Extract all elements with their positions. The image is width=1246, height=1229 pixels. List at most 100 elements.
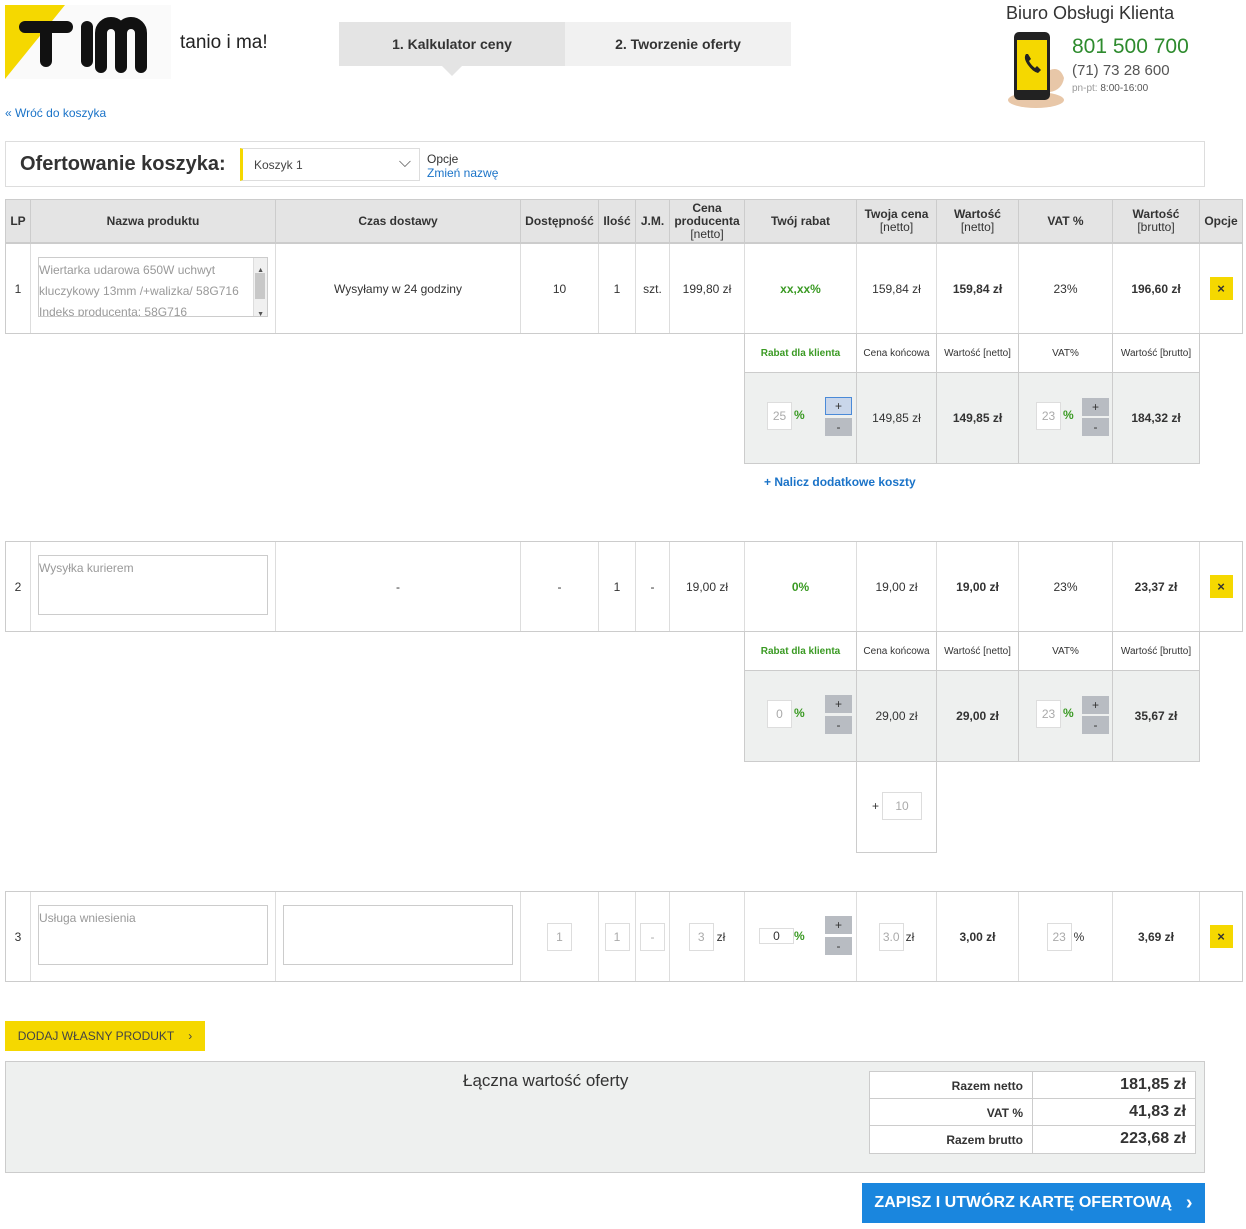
col-value-net: Wartość [netto] <box>937 200 1019 242</box>
col-delivery: Czas dostawy <box>276 200 521 242</box>
percent-sign: % <box>794 929 805 943</box>
row-value-net: 3,00 zł <box>937 892 1019 981</box>
step-create-offer[interactable]: 2. Tworzenie oferty <box>565 22 791 66</box>
col-producer-price-line3: [netto] <box>690 226 724 241</box>
summary-label: VAT % <box>870 1099 1033 1126</box>
extra-cost-input[interactable]: 10 <box>882 792 922 820</box>
product-name-textarea[interactable]: Wysyłka kurierem <box>38 555 268 615</box>
step-price-calculator[interactable]: 1. Kalkulator ceny <box>339 22 565 66</box>
extra-cost-sign: + <box>872 799 880 813</box>
vat-plus-button[interactable]: + <box>1082 398 1109 416</box>
vat-input[interactable]: 23 <box>1036 402 1061 430</box>
qty-input[interactable]: 1 <box>604 922 630 951</box>
col-lp: LP <box>6 200 31 242</box>
row-discount: xx,xx% <box>745 244 857 333</box>
delete-row-button[interactable]: × <box>1209 925 1233 948</box>
sub-value-net: 29,00 zł <box>937 671 1019 761</box>
row-options: × <box>1200 542 1242 631</box>
summary-title: Łączna wartość oferty <box>463 1071 629 1090</box>
scroll-up-icon[interactable]: ▲ <box>257 260 264 281</box>
vat-input[interactable]: 23 <box>1036 700 1061 728</box>
col-value-gross: Wartość [brutto] <box>1113 200 1200 242</box>
row-your-price: 3.0 zł <box>857 892 937 981</box>
rename-link[interactable]: Zmień nazwę <box>427 166 498 180</box>
table-row: 2 Wysyłka kurierem - - 1 - 19,00 zł 0% 1… <box>5 541 1243 632</box>
vat-minus-button[interactable]: - <box>1082 418 1109 436</box>
discount-plus-button[interactable]: + <box>825 695 852 713</box>
client-discount-input[interactable]: 0 <box>767 700 792 728</box>
availability-input[interactable]: 1 <box>547 922 572 951</box>
row-vat: 23% <box>1019 542 1113 631</box>
vat-minus-button[interactable]: - <box>1082 716 1109 734</box>
sub-value-net: 149,85 zł <box>937 373 1019 463</box>
delete-row-button[interactable]: × <box>1209 575 1233 598</box>
col-producer-price: Cena producenta [netto] <box>670 200 745 242</box>
client-discount-input[interactable]: 25 <box>767 402 792 430</box>
sub-discount-cell: 25 % + - <box>745 373 857 463</box>
discount-plus-button[interactable]: + <box>825 397 852 415</box>
basket-select[interactable]: Koszyk 1 ⌵ <box>240 148 420 181</box>
add-extra-costs-link[interactable]: + Nalicz dodatkowe koszty <box>764 475 916 489</box>
row-qty: 1 <box>599 244 636 333</box>
producer-price-input[interactable]: 3 <box>688 922 714 951</box>
row-value-gross: 3,69 zł <box>1113 892 1200 981</box>
vat-input[interactable]: 23 <box>1046 922 1072 951</box>
save-offer-card-button[interactable]: ZAPISZ I UTWÓRZ KARTĘ OFERTOWĄ › <box>862 1183 1205 1223</box>
row-unit: - <box>636 892 670 981</box>
sub-vat-cell: 23 % + - <box>1019 671 1113 761</box>
row-lp: 2 <box>6 542 31 631</box>
table-header: LP Nazwa produktu Czas dostawy Dostępnoś… <box>5 199 1243 243</box>
vat-plus-button[interactable]: + <box>1082 696 1109 714</box>
product-name-placeholder: Usługa wniesienia <box>39 911 136 925</box>
col-qty: Ilość <box>599 200 636 242</box>
product-name-textarea[interactable]: Wiertarka udarowa 650W uchwyt kluczykowy… <box>38 257 268 317</box>
your-price-input[interactable]: 3.0 <box>878 922 904 951</box>
row-name-cell: Wysyłka kurierem <box>31 542 276 631</box>
tagline: tanio i ma! <box>180 32 268 53</box>
currency-label: zł <box>716 929 726 944</box>
col-options: Opcje <box>1204 213 1238 228</box>
options-label: Opcje <box>427 152 459 166</box>
col-name: Nazwa produktu <box>31 200 276 242</box>
col-producer-price-line2: producenta <box>674 213 740 228</box>
chevron-right-icon: › <box>188 1029 193 1043</box>
row-unit: szt. <box>636 244 670 333</box>
service-title: Biuro Obsługi Klienta <box>1006 3 1175 23</box>
sub-header-value-gross: Wartość [brutto] <box>1113 334 1199 372</box>
sub-header-client-discount: Rabat dla klienta <box>745 632 857 670</box>
sub-header-value-gross: Wartość [brutto] <box>1113 632 1199 670</box>
unit-input[interactable]: - <box>640 922 665 951</box>
row-name-cell: Wiertarka udarowa 650W uchwyt kluczykowy… <box>31 244 276 333</box>
sub-header-client-discount: Rabat dla klienta <box>745 334 857 372</box>
offer-label: Ofertowanie koszyka: <box>20 153 226 175</box>
sub-discount-cell: 0 % + - <box>745 671 857 761</box>
scroll-down-icon[interactable]: ▼ <box>257 304 264 316</box>
discount-minus-button[interactable]: - <box>825 937 852 955</box>
discount-input[interactable]: 0 <box>759 928 794 944</box>
discount-minus-button[interactable]: - <box>825 716 852 734</box>
summary-label: Razem netto <box>870 1072 1033 1099</box>
add-own-product-button[interactable]: DODAJ WŁASNY PRODUKT › <box>5 1021 205 1051</box>
table-row: 1 Wiertarka udarowa 650W uchwyt kluczyko… <box>5 243 1243 334</box>
delivery-textarea[interactable] <box>283 905 513 965</box>
summary-label: Razem brutto <box>870 1126 1033 1153</box>
row-value-net: 19,00 zł <box>937 542 1019 631</box>
phone-icon <box>1006 30 1066 113</box>
active-step-arrow <box>442 66 462 76</box>
row-vat: 23% <box>1019 244 1113 333</box>
row-qty: 1 <box>599 542 636 631</box>
discount-plus-button[interactable]: + <box>825 916 852 934</box>
row-value-gross: 196,60 zł <box>1113 244 1200 333</box>
phone-number[interactable]: (71) 73 28 600 <box>1072 62 1170 79</box>
tim-logo[interactable] <box>5 5 171 79</box>
discount-minus-button[interactable]: - <box>825 418 852 436</box>
delete-row-button[interactable]: × <box>1209 277 1233 300</box>
row-qty: 1 <box>599 892 636 981</box>
back-to-cart-link[interactable]: « Wróć do koszyka <box>5 106 106 120</box>
product-name-textarea[interactable]: Usługa wniesienia <box>38 905 268 965</box>
summary-table: Razem netto 181,85 zł VAT % 41,83 zł Raz… <box>869 1071 1196 1154</box>
client-discount-panel: Rabat dla klienta Cena końcowa Wartość [… <box>744 631 1200 762</box>
col-value-net-line2: [netto] <box>960 220 995 234</box>
percent-sign: % <box>1063 706 1074 720</box>
hotline-number[interactable]: 801 500 700 <box>1072 35 1189 59</box>
